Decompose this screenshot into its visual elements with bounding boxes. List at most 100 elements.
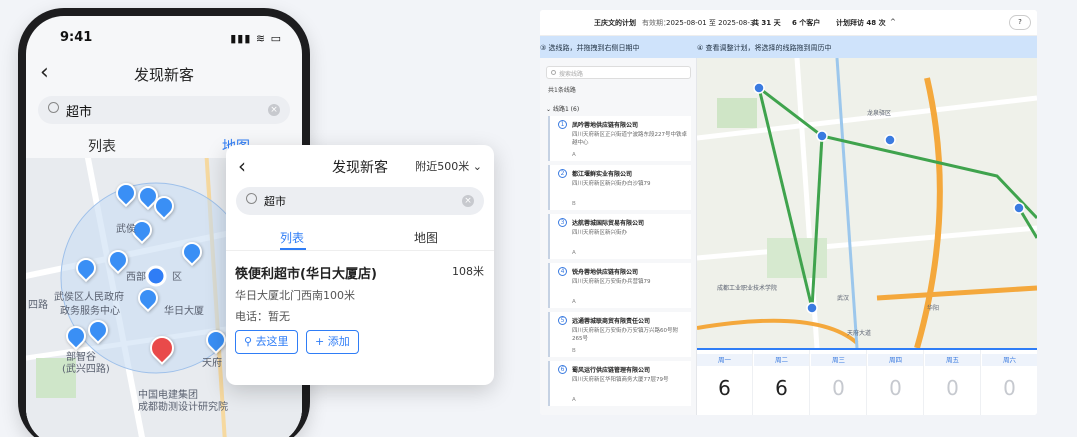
step-4-hint: ④ 查看调整计划，将选择的线路拖到周历中 xyxy=(697,44,832,52)
route-item-number: 3 xyxy=(558,218,567,227)
day-name: 周一 xyxy=(697,354,752,366)
route-item-name: 凤吟蓉地供应链有限公司 xyxy=(572,122,639,129)
route-map[interactable]: 龙泉驿区 成都工业职业技术学院 天府大道 华阳 武汉 xyxy=(697,58,1037,348)
day-visit-count: 0 xyxy=(1003,376,1016,400)
day-name: 周三 xyxy=(811,354,866,366)
route-item-number: 2 xyxy=(558,169,567,178)
route-item-class: B xyxy=(572,348,576,354)
tab-list[interactable]: 列表 xyxy=(280,229,304,246)
plan-visits: 计划拜访 48 次 xyxy=(836,19,886,27)
day-visit-count: 6 xyxy=(775,376,788,400)
radius-value: 附近500米 xyxy=(415,160,470,173)
map-label: 四路 xyxy=(28,300,48,311)
route-item-number: 1 xyxy=(558,120,567,129)
card-header: ‹ 发现新客 附近500米 ⌄ xyxy=(226,155,494,179)
calendar-day[interactable]: 周三 0 xyxy=(811,350,867,415)
day-visit-count: 0 xyxy=(889,376,902,400)
navigate-icon: ⚲ xyxy=(244,335,253,348)
day-name: 周二 xyxy=(754,354,809,366)
calendar-day[interactable]: 周四 0 xyxy=(868,350,924,415)
step-hints: ③ 选线路，并拖拽到右侧日期中 ④ 查看调整计划，将选择的线路拖到周历中 xyxy=(540,36,1037,58)
route-item[interactable]: 2 都江堰鲜实业有限公司 四川天府新区新兴街办白沙镇79 B xyxy=(548,165,691,210)
calendar-day[interactable]: 周六 0 xyxy=(982,350,1037,415)
map-label: 天府大道 xyxy=(847,330,872,337)
route-item[interactable]: 3 达航蓉城国际贸易有限公司 四川天府新区新兴街办 A xyxy=(548,214,691,259)
map-label: (武兴四路) xyxy=(62,364,110,375)
route-item-address: 四川天府新区华阳镇商务大厦77层79号 xyxy=(572,377,669,383)
search-icon xyxy=(246,193,257,204)
route-item-class: A xyxy=(572,397,576,403)
add-customer-button[interactable]: + 添加 xyxy=(306,330,359,354)
plus-icon: + xyxy=(315,335,325,348)
map-label: 武汉 xyxy=(837,295,850,302)
map-label: 西部 xyxy=(126,272,146,283)
route-item-address: 四川天府新区正兴街道宁波路东段227号中铁卓越中心 xyxy=(572,132,687,146)
chevron-up-icon[interactable]: ^ xyxy=(890,18,896,26)
go-here-button[interactable]: ⚲ 去这里 xyxy=(235,330,298,354)
tab-list[interactable]: 列表 xyxy=(88,136,116,156)
day-name: 周五 xyxy=(925,354,980,366)
route-item-address: 四川天府新区万安街办兵营镇79 xyxy=(572,279,651,285)
weekly-calendar: 周一 6 周二 6 周三 0 周四 0 周五 0 周六 0 xyxy=(697,348,1037,415)
route-item-number: 6 xyxy=(558,365,567,374)
search-input[interactable]: 超市 × xyxy=(38,96,290,124)
card-search-input[interactable]: 超市 × xyxy=(236,187,484,215)
shop-distance: 108米 xyxy=(452,265,484,278)
route-item-name: 蜀风运行供应链管理有限公司 xyxy=(572,367,651,374)
map-label: 区 xyxy=(172,272,182,283)
go-here-label: 去这里 xyxy=(255,335,289,348)
radius-dropdown[interactable]: 附近500米 ⌄ xyxy=(415,158,482,174)
route-group[interactable]: ⌄ 线路1 (6) xyxy=(546,104,579,113)
search-icon xyxy=(48,102,59,113)
page-title: 发现新客 xyxy=(133,66,194,84)
day-name: 周六 xyxy=(982,354,1037,366)
add-label: 添加 xyxy=(327,335,350,348)
route-item-class: A xyxy=(572,152,576,158)
search-icon xyxy=(551,70,556,75)
visit-planner: 王庆文的计划 有效期： 2025-08-01 至 2025-08-31 共 31… xyxy=(540,10,1037,415)
plan-customers: 6 个客户 xyxy=(792,19,821,27)
route-search-input[interactable]: 搜索线路 xyxy=(546,66,691,79)
plan-period: 2025-08-01 至 2025-08-31 xyxy=(666,19,759,27)
route-item-address: 四川天府新区新兴街办白沙镇79 xyxy=(572,181,651,187)
clear-icon[interactable]: × xyxy=(268,104,280,116)
search-value: 超市 xyxy=(66,105,93,120)
map-label: 政务服务中心 xyxy=(60,306,120,317)
route-item-address: 四川天府新区万安街办万安镇万兴路60号附265号 xyxy=(572,328,678,342)
calendar-day[interactable]: 周二 6 xyxy=(754,350,810,415)
active-tab-indicator xyxy=(280,248,306,250)
calendar-day[interactable]: 周一 6 xyxy=(697,350,753,415)
day-name: 周四 xyxy=(868,354,923,366)
calendar-day[interactable]: 周五 0 xyxy=(925,350,981,415)
route-item[interactable]: 4 锐舟蓉地供应链有限公司 四川天府新区万安街办兵营镇79 A xyxy=(548,263,691,308)
route-item-name: 远通蓉城联商贸有限责任公司 xyxy=(572,318,651,325)
route-item-address: 四川天府新区新兴街办 xyxy=(572,230,628,236)
route-item-number: 4 xyxy=(558,267,567,276)
map-label: 龙泉驿区 xyxy=(867,110,892,117)
help-button[interactable]: ? xyxy=(1009,15,1031,30)
phone-nav-bar: ‹ 发现新客 xyxy=(26,60,302,90)
route-item[interactable]: 6 蜀风运行供应链管理有限公司四川天府新区华阳镇商务大厦77层79号 A xyxy=(548,361,691,406)
map-label: 天府 xyxy=(202,358,222,369)
day-visit-count: 0 xyxy=(832,376,845,400)
day-visit-count: 0 xyxy=(946,376,959,400)
day-visit-count: 6 xyxy=(718,376,731,400)
planner-header: 王庆文的计划 有效期： 2025-08-01 至 2025-08-31 共 31… xyxy=(540,10,1037,36)
route-search-placeholder: 搜索线路 xyxy=(559,71,584,78)
nearby-customer-card: ‹ 发现新客 附近500米 ⌄ 超市 × 列表 地图 筷便利超市(华日大厦店) … xyxy=(226,145,494,385)
step-3-hint: ③ 选线路，并拖拽到右侧日期中 xyxy=(540,44,640,52)
chevron-down-icon: ⌄ xyxy=(546,106,553,113)
route-group-label: 线路1 (6) xyxy=(552,106,580,113)
map-label: 武侯区人民政府 xyxy=(54,292,124,303)
shop-name: 筷便利超市(华日大厦店) xyxy=(235,267,377,282)
route-item[interactable]: 1 凤吟蓉地供应链有限公司四川天府新区正兴街道宁波路东段227号中铁卓越中心 A xyxy=(548,116,691,161)
route-item-name: 达航蓉城国际贸易有限公司 xyxy=(572,220,645,227)
route-count: 共1条线路 xyxy=(548,87,576,94)
map-label: 华阳 xyxy=(927,305,940,312)
route-list-panel: 搜索线路 共1条线路 ⌄ 线路1 (6) 1 凤吟蓉地供应链有限公司四川天府新区正… xyxy=(540,58,697,415)
status-time: 9:41 xyxy=(60,30,93,45)
clear-icon[interactable]: × xyxy=(462,195,474,207)
route-item[interactable]: 5 远通蓉城联商贸有限责任公司 四川天府新区万安街办万安镇万兴路60号附265号 B xyxy=(548,312,691,357)
tab-map[interactable]: 地图 xyxy=(414,229,438,246)
shop-address: 华日大厦北门西南100米 xyxy=(235,289,355,302)
